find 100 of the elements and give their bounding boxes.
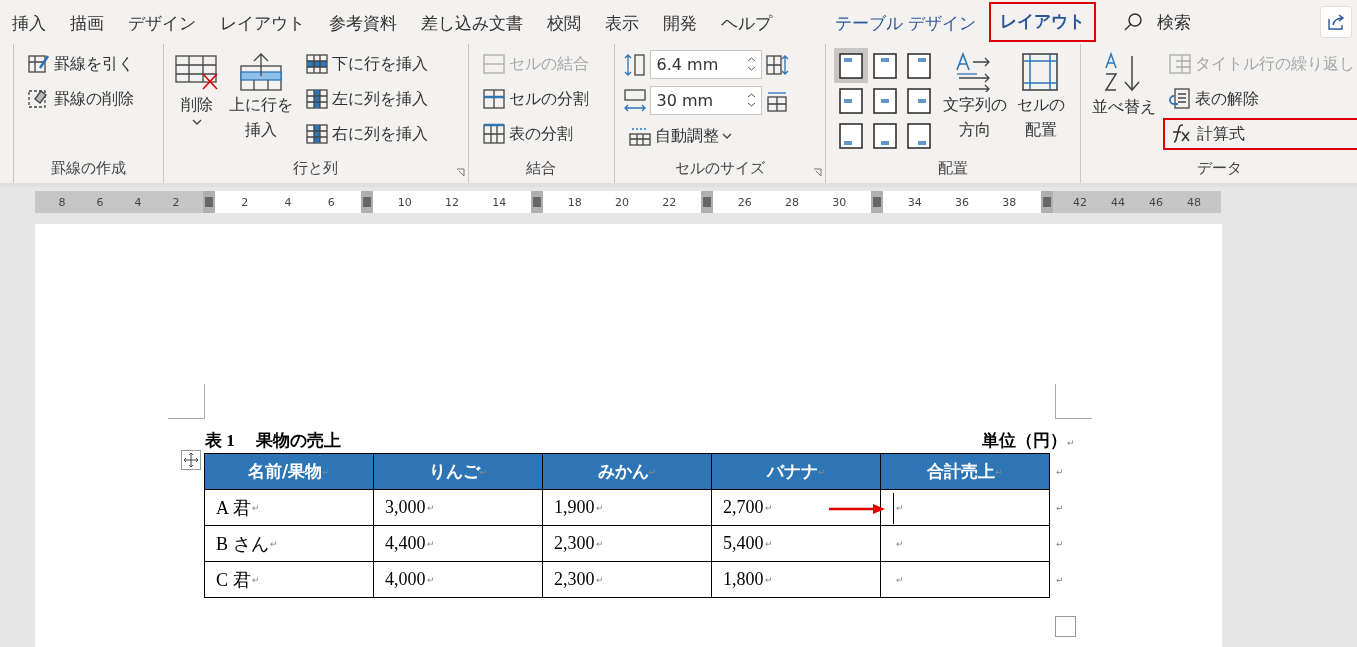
- insert-row-below-icon: [304, 52, 329, 76]
- crop-mark: [1055, 384, 1092, 419]
- ruler-number: 36: [955, 195, 969, 209]
- group-label: 配置: [937, 158, 969, 179]
- cell-margins-icon: [1020, 52, 1061, 92]
- ribbon-tab[interactable]: 参考資料: [318, 2, 408, 42]
- dialog-launcher-icon[interactable]: [455, 168, 465, 177]
- ruler-number: 6: [96, 195, 104, 209]
- ruler-number: 4: [284, 195, 292, 209]
- ribbon-tab[interactable]: 描画: [59, 2, 115, 42]
- ribbon-tab[interactable]: レイアウト: [209, 2, 316, 42]
- search-icon: [1123, 12, 1144, 32]
- alignment-button[interactable]: [833, 48, 868, 83]
- ruler-number: 18: [567, 195, 582, 209]
- ribbon-tab[interactable]: 表示: [594, 2, 650, 42]
- cell-alignment-icon: [906, 52, 931, 79]
- row-end-mark: ↵: [1056, 467, 1064, 477]
- ribbon-button[interactable]: セルの 配置: [1013, 48, 1068, 146]
- share-button[interactable]: [1320, 6, 1352, 38]
- ribbon-tab[interactable]: 挿入: [1, 2, 57, 42]
- spinner-arrows-icon[interactable]: [746, 92, 756, 108]
- table-header-cell: りんご↵: [373, 453, 543, 490]
- ruler-number: 12: [445, 195, 459, 209]
- distribute-rows-icon: [764, 52, 789, 77]
- ribbon-tab[interactable]: テーブル デザイン: [824, 2, 988, 42]
- ruler-number: 4: [134, 195, 142, 209]
- ribbon-tab[interactable]: 差し込み文書: [410, 2, 534, 42]
- ruler-number: 38: [1002, 195, 1017, 209]
- column-marker-icon[interactable]: [871, 191, 883, 213]
- ruler-number: 44: [1111, 195, 1125, 209]
- ribbon-tab[interactable]: 開発: [652, 2, 708, 42]
- table-header-cell: 合計売上↵: [880, 453, 1050, 490]
- split-table-icon: [481, 122, 506, 146]
- ribbon-tab[interactable]: デザイン: [117, 2, 207, 42]
- ribbon-button[interactable]: セルの分割: [476, 83, 594, 115]
- ruler-number: 20: [615, 195, 629, 209]
- crop-mark: [168, 384, 205, 419]
- ruler-number: 22: [662, 195, 677, 209]
- cell-alignment-icon: [838, 87, 863, 114]
- row-end-mark: ↵: [1056, 503, 1064, 513]
- table-move-handle-icon[interactable]: [181, 450, 201, 470]
- table-header-cell: みかん↵: [542, 453, 712, 490]
- ribbon-button[interactable]: 並べ替え: [1089, 48, 1159, 123]
- unit-label: 単位（円）↵: [982, 430, 1075, 452]
- row-height-icon: [622, 51, 647, 78]
- column-marker-icon[interactable]: [203, 191, 215, 213]
- ribbon-tab[interactable]: 校閲: [536, 2, 592, 42]
- group-label: 結合: [525, 158, 558, 179]
- share-icon: [1327, 13, 1345, 31]
- size-input-field[interactable]: 6.4 mm: [649, 50, 762, 79]
- ribbon-button[interactable]: 計算式: [1163, 118, 1357, 150]
- merge-cells-icon: [481, 52, 506, 76]
- convert-to-text-icon: [1168, 87, 1192, 111]
- insert-column-right-icon: [304, 122, 329, 146]
- ribbon-button[interactable]: 罫線を引く: [22, 48, 139, 80]
- cell-alignment-icon: [838, 52, 863, 79]
- ribbon-button[interactable]: 上に行を 挿入: [225, 48, 296, 146]
- table-resize-handle[interactable]: [1055, 616, 1076, 637]
- ribbon-tab[interactable]: ヘルプ: [710, 2, 783, 42]
- table-pencil-icon: [27, 52, 51, 76]
- ribbon-tab[interactable]: レイアウト: [989, 2, 1097, 42]
- table-header-cell: 名前/果物↵: [204, 453, 374, 490]
- ribbon-button[interactable]: 文字列の 方向: [939, 48, 1010, 146]
- ribbon-button[interactable]: 削除: [171, 48, 222, 129]
- row-end-mark: ↵: [1056, 539, 1064, 549]
- search-button[interactable]: 検索: [1119, 6, 1196, 38]
- ribbon-button[interactable]: 自動調整: [622, 120, 789, 152]
- ruler-number: 34: [907, 195, 922, 209]
- cell-alignment-icon: [872, 52, 897, 79]
- ribbon-button[interactable]: 左に列を挿入: [299, 83, 433, 115]
- spinner-arrows-icon[interactable]: [746, 56, 756, 72]
- cell-alignment-icon: [906, 87, 931, 114]
- group-label: データ: [1195, 158, 1243, 179]
- column-marker-icon[interactable]: [531, 191, 543, 213]
- ribbon-button[interactable]: 下に行を挿入: [299, 48, 433, 80]
- ruler-number: 8: [58, 195, 66, 209]
- ruler-number: 30: [832, 195, 847, 209]
- caret-icon: [721, 133, 732, 139]
- cell-alignment-icon: [872, 87, 897, 114]
- caret-icon: [191, 119, 202, 125]
- ribbon-button[interactable]: 右に列を挿入: [299, 118, 433, 150]
- column-marker-icon[interactable]: [361, 191, 373, 213]
- insert-row-above-icon: [238, 52, 283, 92]
- cell-alignment-icon: [906, 122, 931, 149]
- ruler-number: 28: [785, 195, 799, 209]
- ruler-number: 2: [172, 195, 180, 209]
- insert-column-left-icon: [304, 87, 329, 111]
- split-cells-icon: [481, 87, 506, 111]
- ribbon-button[interactable]: 罫線の削除: [22, 83, 139, 115]
- ruler-number: 46: [1149, 195, 1163, 209]
- column-marker-icon[interactable]: [701, 191, 713, 213]
- ruler-number: 10: [397, 195, 412, 209]
- column-marker-icon[interactable]: [1041, 191, 1053, 213]
- ribbon-button[interactable]: 表の分割: [476, 118, 594, 150]
- table-cell: C 君↵: [204, 561, 374, 598]
- size-input-field[interactable]: 30 mm: [649, 86, 762, 115]
- ribbon-button[interactable]: 表の解除: [1163, 83, 1357, 115]
- cell-alignment-icon: [872, 122, 897, 149]
- dialog-launcher-icon[interactable]: [812, 168, 822, 177]
- group-label: セルのサイズ: [673, 158, 766, 179]
